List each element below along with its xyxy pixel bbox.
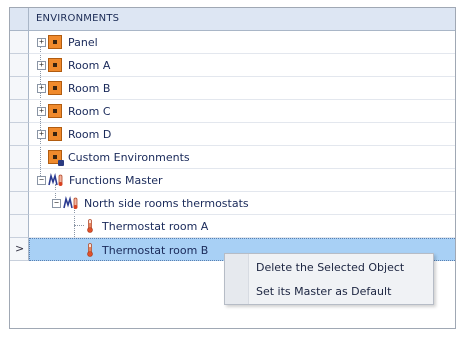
tree-row[interactable]: − Functions Master [29,169,455,192]
tree-row[interactable]: + Room B [29,77,455,100]
tree-row[interactable]: + Room D [29,123,455,146]
tree-row[interactable]: + Room C [29,100,455,123]
row-selector[interactable] [10,192,29,215]
tree-row[interactable]: + Room A [29,54,455,77]
row-selector[interactable] [10,169,29,192]
environment-icon [48,35,62,49]
tree-node-label: North side rooms thermostats [84,196,249,210]
functions-master-icon [48,173,65,187]
environment-icon [48,104,62,118]
collapse-button[interactable]: − [52,198,61,208]
row-selector[interactable] [10,100,29,123]
tree-node-label: Thermostat room A [102,219,209,233]
thermometer-icon [86,243,94,257]
expand-button[interactable]: + [37,37,46,47]
row-selector[interactable] [10,146,29,169]
row-selector[interactable] [10,123,29,146]
expand-button[interactable]: + [37,106,46,116]
context-menu: Delete the Selected Object Set its Maste… [224,253,434,305]
menu-item-label: Delete the Selected Object [256,261,405,274]
custom-environment-icon [48,150,64,166]
tree-node-label: Custom Environments [68,150,190,164]
tree-node-label: Room C [68,104,111,118]
row-selector[interactable] [10,54,29,77]
tree-node-label: Panel [68,35,98,49]
row-selector[interactable] [10,31,29,54]
environment-icon [48,81,62,95]
header-corner [10,8,29,30]
tree-node-label: Room B [68,81,111,95]
collapse-button[interactable]: − [37,175,46,185]
grid-header: ENVIRONMENTS [10,8,455,31]
header-title: ENVIRONMENTS [36,13,120,24]
expand-button[interactable]: + [37,83,46,93]
tree-node-label: Room A [68,58,111,72]
menu-item-delete-selected-object[interactable]: Delete the Selected Object [225,256,433,280]
expand-button[interactable]: + [37,129,46,139]
row-selector[interactable] [10,215,29,238]
environment-icon [48,127,62,141]
tree-node-label: Functions Master [69,173,163,187]
tree-row[interactable]: − North side rooms thermostats [29,192,455,215]
tree-node-label: Thermostat room B [102,243,209,257]
current-row-indicator: > [15,242,25,255]
row-selector[interactable] [10,77,29,100]
functions-master-icon [63,196,80,210]
menu-item-set-master-default[interactable]: Set its Master as Default [225,280,433,304]
thermometer-icon [86,219,94,233]
tree-row[interactable]: Thermostat room A [29,215,455,238]
row-selector-current[interactable]: > [10,238,29,261]
tree-row[interactable]: Custom Environments [29,146,455,169]
tree-row[interactable]: + Panel [29,31,455,54]
environment-icon [48,58,62,72]
menu-item-label: Set its Master as Default [256,285,392,298]
tree-node-label: Room D [68,127,112,141]
expand-button[interactable]: + [37,60,46,70]
